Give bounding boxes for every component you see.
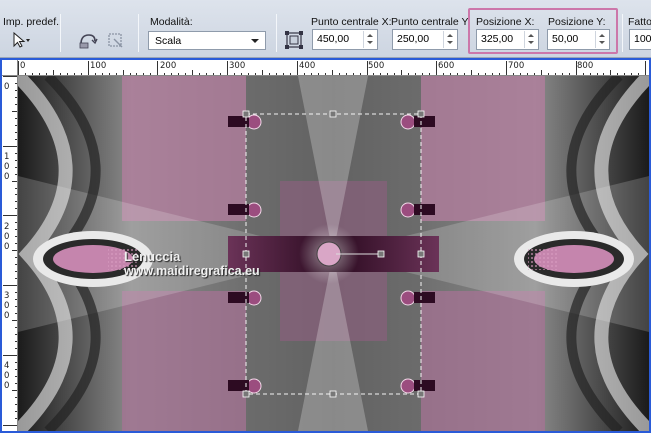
ruler-tick bbox=[3, 354, 17, 356]
ruler-h-label: 400 bbox=[299, 61, 316, 71]
apply-button[interactable] bbox=[104, 29, 128, 51]
ruler-h-label: 600 bbox=[438, 61, 455, 71]
pointer-icon bbox=[13, 31, 30, 48]
spin-arrows-icon[interactable] bbox=[595, 31, 608, 48]
spin-arrows-icon[interactable] bbox=[443, 31, 456, 48]
separator bbox=[138, 14, 139, 52]
ruler-tick bbox=[227, 61, 229, 75]
ruler-tick bbox=[87, 61, 89, 75]
ruler-tick bbox=[3, 215, 17, 217]
ruler-h-label: 100 bbox=[90, 61, 107, 71]
ruler-v-label: 3 bbox=[4, 291, 10, 301]
factor-value: 100, bbox=[634, 33, 651, 45]
ruler-tick bbox=[3, 285, 17, 287]
reset-rotate-icon bbox=[79, 34, 98, 49]
position-y-input[interactable]: 50,00 bbox=[547, 29, 610, 50]
center-y-label: Punto centrale Y: bbox=[391, 16, 471, 28]
vertical-ruler: 0 1 0 0 2 0 0 3 0 0 4 0 0 bbox=[2, 76, 18, 431]
ruler-tick bbox=[645, 61, 647, 75]
preset-label: Imp. predef.: bbox=[3, 16, 62, 28]
ruler-h-label: 300 bbox=[229, 61, 246, 71]
ruler-v-label: 0 bbox=[4, 232, 10, 242]
position-x-label: Posizione X: bbox=[476, 16, 535, 28]
factor-label: Fatto bbox=[628, 16, 651, 28]
position-y-label: Posizione Y: bbox=[548, 16, 606, 28]
ruler-h-label: 0 bbox=[20, 61, 26, 71]
position-x-value: 325,00 bbox=[481, 33, 514, 45]
ruler-v-label: 0 bbox=[4, 371, 10, 381]
ruler-v-label: 1 bbox=[4, 152, 10, 162]
mode-select-value: Scala bbox=[155, 34, 182, 47]
separator bbox=[622, 14, 623, 52]
ruler-tick bbox=[3, 424, 17, 426]
position-y-value: 50,00 bbox=[552, 33, 579, 45]
ruler-tick bbox=[157, 61, 159, 75]
factor-input[interactable]: 100, bbox=[629, 29, 651, 50]
center-point-button[interactable] bbox=[282, 29, 306, 51]
reset-button[interactable] bbox=[76, 29, 100, 51]
ruler-h-label: 800 bbox=[577, 61, 594, 71]
ruler-tick bbox=[3, 76, 17, 77]
mode-label: Modalità: bbox=[150, 16, 193, 28]
separator bbox=[276, 14, 277, 52]
horizontal-ruler: 0 100 200 300 400 500 600 700 800 bbox=[18, 60, 649, 76]
center-x-input[interactable]: 450,00 bbox=[312, 29, 378, 50]
position-x-input[interactable]: 325,00 bbox=[476, 29, 539, 50]
chevron-down-icon bbox=[251, 39, 259, 43]
ruler-v-label: 0 bbox=[4, 82, 10, 92]
document-window: 0 100 200 300 400 500 600 700 800 0 1 0 … bbox=[0, 58, 651, 433]
frame-icon bbox=[285, 31, 303, 49]
ruler-v-label: 0 bbox=[4, 301, 10, 311]
center-x-label: Punto centrale X: bbox=[311, 16, 392, 28]
center-y-input[interactable]: 250,00 bbox=[392, 29, 458, 50]
ruler-h-label: 700 bbox=[508, 61, 525, 71]
mode-select[interactable]: Scala bbox=[148, 31, 266, 50]
ruler-tick bbox=[296, 61, 298, 75]
center-y-value: 250,00 bbox=[397, 33, 430, 45]
ruler-tick bbox=[3, 145, 17, 147]
ruler-v-label: 4 bbox=[4, 361, 10, 371]
watermark-name: Lenuccia bbox=[124, 249, 181, 264]
center-x-value: 450,00 bbox=[317, 33, 350, 45]
spin-arrows-icon[interactable] bbox=[363, 31, 376, 48]
image-canvas[interactable]: Lenuccia www.maidiregrafica.eu bbox=[18, 76, 649, 431]
ruler-v-label: 0 bbox=[4, 311, 10, 321]
ruler-v-label: 0 bbox=[4, 242, 10, 252]
ruler-v-label: 0 bbox=[4, 162, 10, 172]
watermark-url: www.maidiregrafica.eu bbox=[124, 264, 260, 278]
preset-dropdown[interactable] bbox=[8, 29, 32, 51]
ruler-v-label: 0 bbox=[4, 381, 10, 391]
ruler-corner bbox=[2, 60, 18, 76]
transform-icon bbox=[108, 33, 123, 48]
ruler-h-label: 500 bbox=[368, 61, 385, 71]
spin-arrows-icon[interactable] bbox=[524, 31, 537, 48]
ruler-tick bbox=[18, 61, 19, 75]
ruler-v-label: 2 bbox=[4, 222, 10, 232]
ruler-v-label: 0 bbox=[4, 172, 10, 182]
artwork bbox=[18, 76, 649, 431]
separator bbox=[60, 14, 61, 52]
ruler-tick bbox=[505, 61, 507, 75]
tool-options-bar: Imp. predef.: Modalità: Scala Punto cent… bbox=[0, 0, 651, 58]
ruler-h-label: 200 bbox=[160, 61, 177, 71]
